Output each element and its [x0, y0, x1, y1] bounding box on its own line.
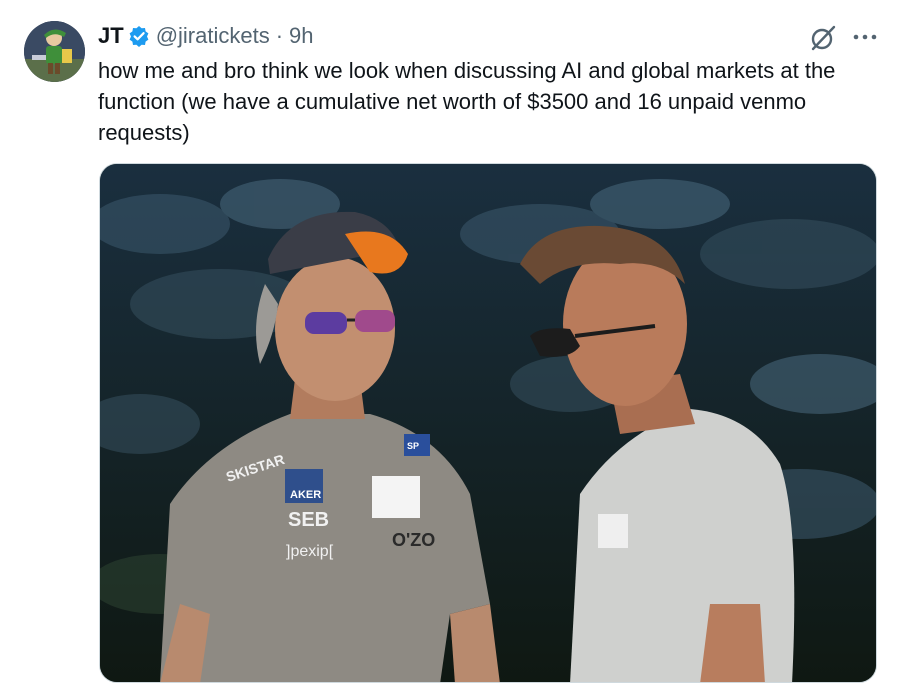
more-icon[interactable] [851, 25, 879, 49]
timestamp[interactable]: 9h [289, 20, 313, 52]
tweet-text: how me and bro think we look when discus… [98, 58, 836, 145]
tweet-header: JT @jiratickets · 9h [98, 20, 314, 52]
shirt-logo-aker: AKER [290, 489, 321, 501]
shirt-badge-sp: SP [407, 441, 419, 451]
separator-dot: · [275, 23, 284, 48]
handle[interactable]: @jiratickets [156, 20, 270, 52]
shirt-logo-pexip: ]pexip[ [286, 543, 334, 560]
grok-icon[interactable] [808, 23, 838, 53]
shirt-logo-seb: SEB [288, 509, 329, 531]
display-name[interactable]: JT [98, 20, 124, 52]
shirt-logo-ozo: O'ZO [392, 530, 435, 550]
tweet[interactable]: JT @jiratickets · 9h how me and bro thin… [0, 0, 900, 696]
avatar[interactable] [24, 21, 85, 82]
verified-badge-icon[interactable] [128, 25, 150, 47]
tweet-photo[interactable]: SKISTAR AKER SEB ]pexip[ O'ZO SP [99, 163, 877, 683]
